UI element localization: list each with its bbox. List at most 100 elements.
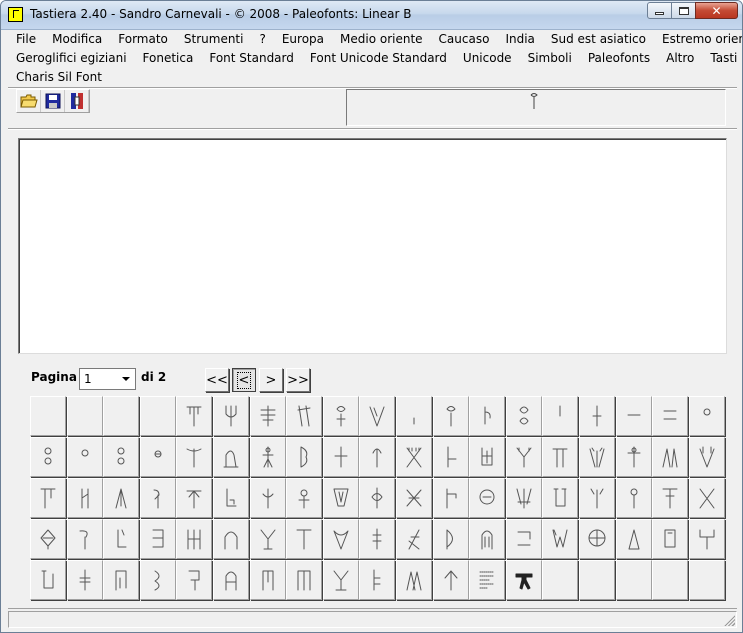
resize-grip[interactable] xyxy=(723,614,735,626)
character-key[interactable] xyxy=(249,519,286,560)
character-key[interactable] xyxy=(615,519,652,560)
character-key[interactable] xyxy=(359,396,396,436)
last-page-button[interactable]: >> xyxy=(286,368,310,392)
open-button[interactable] xyxy=(17,90,41,112)
character-key[interactable] xyxy=(249,560,286,601)
prev-page-button[interactable]: < xyxy=(232,368,256,392)
menu-item[interactable]: India xyxy=(497,30,542,49)
character-key[interactable] xyxy=(30,437,66,478)
character-key[interactable] xyxy=(212,437,249,478)
character-key[interactable] xyxy=(322,519,359,560)
empty-key[interactable] xyxy=(652,560,689,601)
text-editor[interactable] xyxy=(18,138,727,354)
menu-item[interactable]: Modifica xyxy=(44,30,110,49)
character-key[interactable] xyxy=(139,437,176,478)
character-key[interactable] xyxy=(286,560,323,601)
character-key[interactable] xyxy=(652,519,689,560)
character-key[interactable] xyxy=(395,437,432,478)
character-key[interactable] xyxy=(615,478,652,519)
app-icon[interactable] xyxy=(8,7,23,22)
character-key[interactable] xyxy=(469,519,506,560)
menu-item[interactable]: ? xyxy=(251,30,273,49)
character-key[interactable] xyxy=(286,478,323,519)
menu-item[interactable]: Estremo oriente xyxy=(654,30,742,49)
character-key[interactable] xyxy=(286,519,323,560)
character-key[interactable] xyxy=(615,437,652,478)
character-key[interactable] xyxy=(652,437,689,478)
character-key[interactable] xyxy=(359,519,396,560)
menu-item[interactable]: Europa xyxy=(274,30,332,49)
character-key[interactable] xyxy=(30,519,66,560)
menu-item[interactable]: Font Standard xyxy=(201,49,302,68)
menu-item[interactable]: Sud est asiatico xyxy=(543,30,654,49)
character-key[interactable] xyxy=(469,437,506,478)
menu-item[interactable]: Charis Sil Font xyxy=(8,68,110,87)
empty-key[interactable] xyxy=(615,560,652,601)
character-key[interactable] xyxy=(176,437,213,478)
character-key[interactable] xyxy=(542,437,579,478)
character-key[interactable] xyxy=(578,437,615,478)
character-key[interactable] xyxy=(286,437,323,478)
menu-item[interactable]: File xyxy=(8,30,44,49)
menu-item[interactable]: Tasti multipli xyxy=(702,49,742,68)
menu-item[interactable]: Unicode xyxy=(455,49,520,68)
first-page-button[interactable]: << xyxy=(205,368,229,392)
empty-key[interactable] xyxy=(688,560,725,601)
character-key[interactable] xyxy=(176,396,213,436)
character-key[interactable] xyxy=(432,519,469,560)
character-key[interactable] xyxy=(432,396,469,436)
menu-item[interactable]: Caucaso xyxy=(431,30,498,49)
character-key[interactable] xyxy=(249,396,286,436)
character-key[interactable] xyxy=(505,560,542,601)
save-button[interactable] xyxy=(41,90,65,112)
menu-item[interactable]: Paleofonts xyxy=(580,49,658,68)
character-key[interactable] xyxy=(688,437,725,478)
character-key[interactable] xyxy=(578,478,615,519)
menu-item[interactable]: Strumenti xyxy=(176,30,252,49)
empty-key[interactable] xyxy=(103,396,140,436)
empty-key[interactable] xyxy=(139,396,176,436)
character-key[interactable] xyxy=(432,437,469,478)
character-key[interactable] xyxy=(469,396,506,436)
maximize-button[interactable] xyxy=(671,2,696,19)
character-key[interactable] xyxy=(359,478,396,519)
character-key[interactable] xyxy=(322,478,359,519)
minimize-button[interactable] xyxy=(647,2,672,19)
character-key[interactable] xyxy=(139,519,176,560)
title-bar[interactable]: Tastiera 2.40 - Sandro Carnevali - © 200… xyxy=(1,1,742,30)
close-button[interactable]: ✕ xyxy=(695,2,738,19)
character-key[interactable] xyxy=(505,519,542,560)
character-key[interactable] xyxy=(432,478,469,519)
character-key[interactable] xyxy=(688,396,725,436)
character-key[interactable] xyxy=(652,396,689,436)
character-key[interactable] xyxy=(212,478,249,519)
character-key[interactable] xyxy=(212,396,249,436)
character-key[interactable] xyxy=(66,519,103,560)
character-key[interactable] xyxy=(432,560,469,601)
character-key[interactable] xyxy=(395,560,432,601)
character-key[interactable] xyxy=(139,478,176,519)
character-key[interactable] xyxy=(249,437,286,478)
character-key[interactable] xyxy=(66,560,103,601)
character-key[interactable] xyxy=(505,437,542,478)
empty-key[interactable] xyxy=(30,396,66,436)
character-key[interactable] xyxy=(688,519,725,560)
character-key[interactable] xyxy=(212,560,249,601)
chevron-down-icon[interactable] xyxy=(118,370,134,388)
character-key[interactable] xyxy=(286,396,323,436)
character-key[interactable] xyxy=(505,478,542,519)
character-key[interactable] xyxy=(322,437,359,478)
character-key[interactable] xyxy=(66,437,103,478)
page-select[interactable]: 1 xyxy=(79,368,136,390)
character-key[interactable] xyxy=(469,560,506,601)
character-key[interactable] xyxy=(139,560,176,601)
character-key[interactable] xyxy=(615,396,652,436)
character-key[interactable] xyxy=(322,560,359,601)
menu-item[interactable]: Altro xyxy=(658,49,702,68)
character-key[interactable] xyxy=(103,560,140,601)
menu-item[interactable]: Geroglifici egiziani xyxy=(8,49,135,68)
tool-button[interactable] xyxy=(65,90,89,112)
empty-key[interactable] xyxy=(578,560,615,601)
character-key[interactable] xyxy=(542,519,579,560)
character-key[interactable] xyxy=(505,396,542,436)
